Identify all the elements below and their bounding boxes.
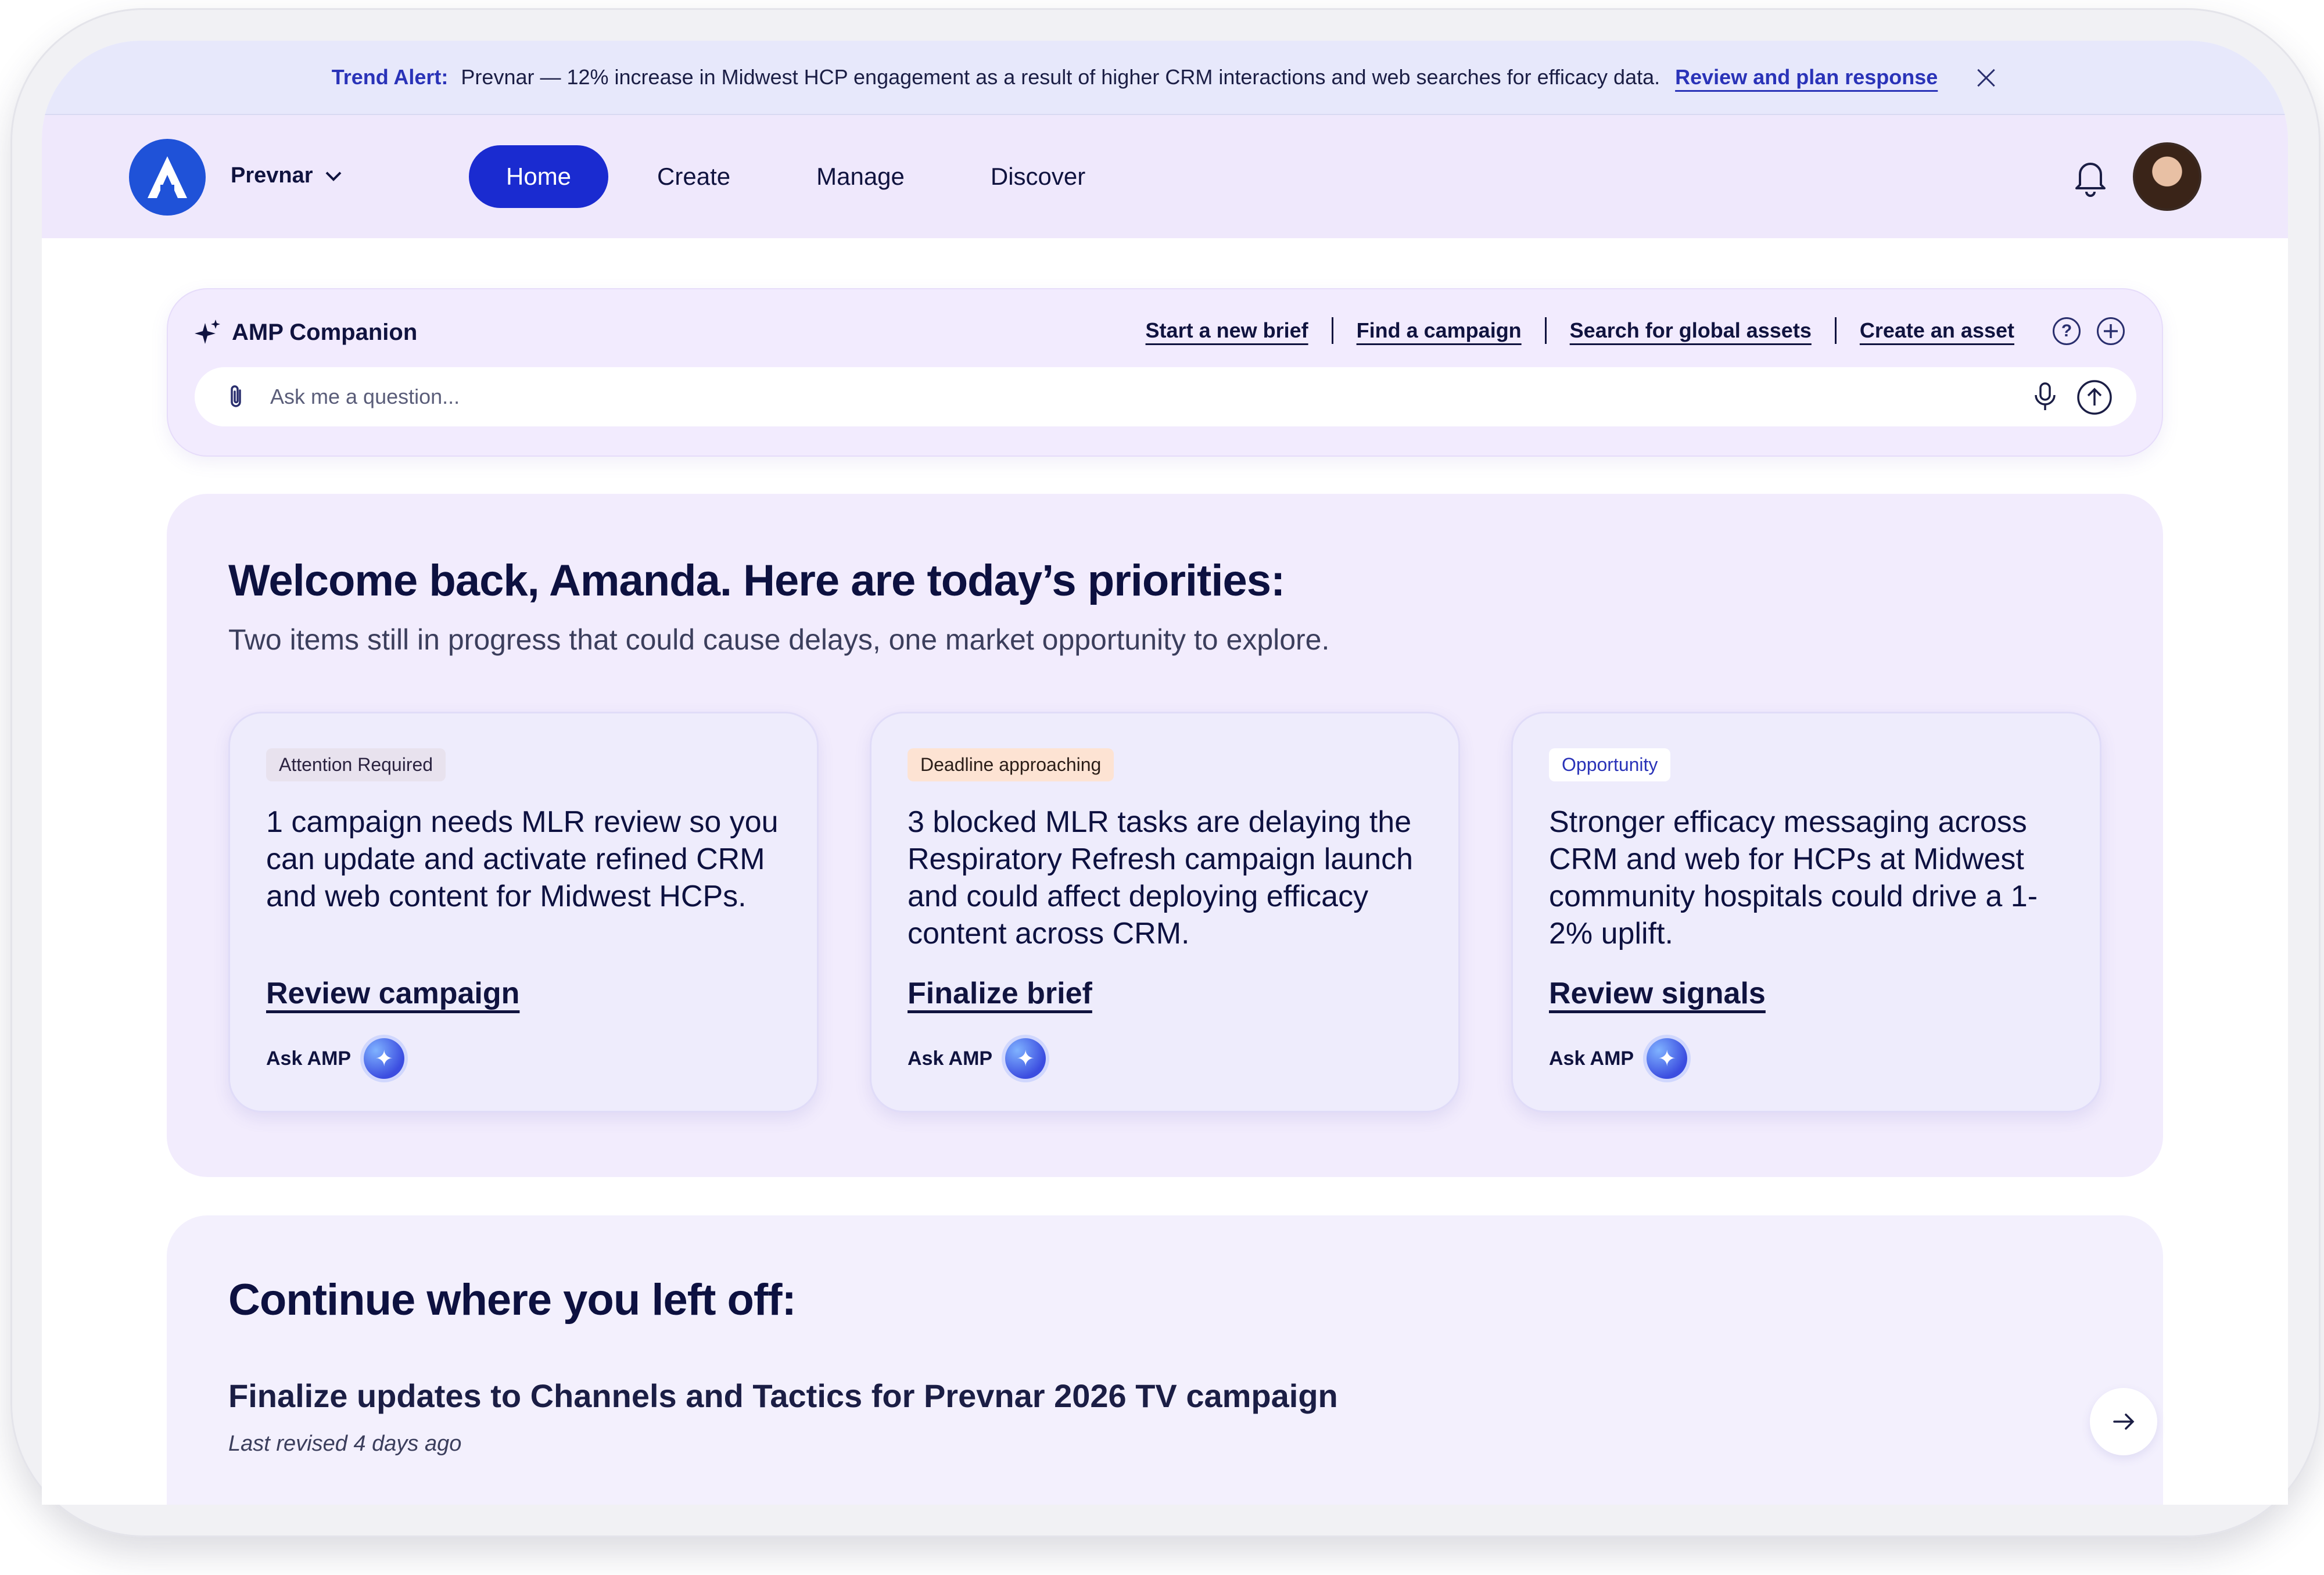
send-arrow-icon[interactable] [2076,379,2113,416]
add-icon[interactable] [2097,317,2125,345]
continue-heading: Continue where you left off: [228,1275,797,1325]
plus-icon [2104,324,2118,338]
continue-item-meta: Last revised 4 days ago [228,1432,462,1456]
paperclip-icon[interactable] [223,382,252,411]
continue-item-title: Finalize updates to Channels and Tactics… [228,1377,1338,1414]
chevron-down-icon [325,171,341,181]
amp-companion-panel: AMP Companion Start a new brief Find a c… [167,288,2163,457]
status-badge: Opportunity [1549,748,1671,781]
brand-selector[interactable]: Prevnar [231,163,342,188]
ask-question-field [195,367,2136,426]
logo-a-icon [148,156,187,198]
open-item-button[interactable] [2090,1388,2157,1455]
main-nav: Home Create Manage Discover [469,145,1122,208]
ask-amp-button[interactable]: Ask AMP ✦ [1549,1038,1688,1079]
priority-card-deadline: Deadline approaching 3 blocked MLR tasks… [870,712,1460,1113]
finalize-brief-link[interactable]: Finalize brief [908,976,1092,1011]
arrow-right-icon [2113,1413,2135,1430]
companion-actions: ? [2053,317,2125,345]
find-campaign-link[interactable]: Find a campaign [1357,318,1522,343]
status-badge: Attention Required [266,748,446,781]
app-logo[interactable] [129,139,206,216]
review-campaign-link[interactable]: Review campaign [266,976,519,1011]
help-icon[interactable]: ? [2053,317,2081,345]
companion-quick-links: Start a new brief Find a campaign Search… [1146,317,2014,344]
sparkle-icon [195,320,220,344]
ask-amp-button[interactable]: Ask AMP ✦ [908,1038,1046,1079]
review-plan-link[interactable]: Review and plan response [1675,65,1938,89]
companion-title: AMP Companion [232,319,418,345]
ask-amp-label: Ask AMP [1549,1047,1634,1070]
ask-question-input[interactable] [270,382,1955,411]
card-description: Stronger efficacy messaging across CRM a… [1549,805,2038,950]
sparkle-icon: ✦ [364,1038,405,1079]
user-avatar[interactable] [2133,142,2201,211]
alert-text: Prevnar — 12% increase in Midwest HCP en… [461,65,1660,89]
continue-section: Continue where you left off: Finalize up… [167,1215,2163,1505]
search-global-assets-link[interactable]: Search for global assets [1570,318,1812,343]
trend-alert-bar: Trend Alert: Prevnar — 12% increase in M… [42,41,2288,115]
welcome-subtitle: Two items still in progress that could c… [228,623,1330,656]
card-description: 1 campaign needs MLR review so you can u… [266,805,779,913]
nav-create[interactable]: Create [620,145,768,208]
companion-header: AMP Companion [193,318,417,346]
top-header: Prevnar Home Create Manage Discover [42,115,2288,238]
divider [1834,317,1837,344]
status-badge: Deadline approaching [908,748,1114,781]
nav-discover[interactable]: Discover [953,145,1122,208]
priorities-section: Welcome back, Amanda. Here are today’s p… [167,494,2163,1177]
review-signals-link[interactable]: Review signals [1549,976,1766,1011]
priority-card-opportunity: Opportunity Stronger efficacy messaging … [1511,712,2101,1113]
divider [1331,317,1333,344]
create-asset-link[interactable]: Create an asset [1860,318,2014,343]
divider [1544,317,1547,344]
sparkle-icon: ✦ [1005,1038,1046,1079]
card-description: 3 blocked MLR tasks are delaying the Res… [908,805,1413,950]
microphone-icon[interactable] [2031,381,2060,412]
brand-label: Prevnar [231,163,313,188]
ask-amp-button[interactable]: Ask AMP ✦ [266,1038,405,1079]
ask-amp-label: Ask AMP [908,1047,993,1070]
app-screen: Trend Alert: Prevnar — 12% increase in M… [42,41,2288,1505]
bell-icon[interactable] [2070,156,2111,198]
sparkle-icon: ✦ [1647,1038,1688,1079]
welcome-heading: Welcome back, Amanda. Here are today’s p… [228,556,1285,605]
start-new-brief-link[interactable]: Start a new brief [1146,318,1308,343]
nav-manage[interactable]: Manage [779,145,942,208]
priority-card-attention: Attention Required 1 campaign needs MLR … [228,712,819,1113]
nav-home[interactable]: Home [469,145,609,208]
alert-label: Trend Alert: [331,65,449,89]
close-icon[interactable] [1974,65,1998,89]
ask-amp-label: Ask AMP [266,1047,352,1070]
